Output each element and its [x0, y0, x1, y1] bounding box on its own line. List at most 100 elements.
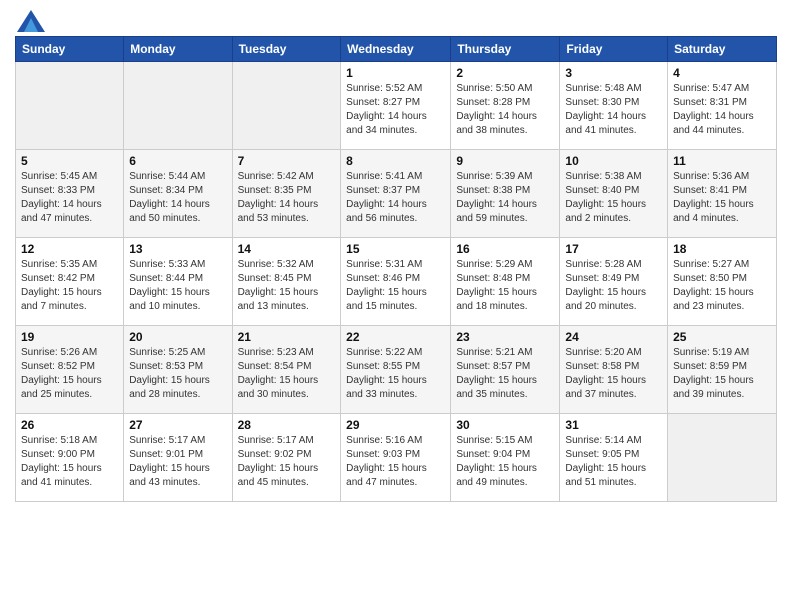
- calendar-cell: 27 Sunrise: 5:17 AM Sunset: 9:01 PM Dayli…: [124, 414, 232, 502]
- calendar-week: 12Sunrise: 5:35 AM Sunset: 8:42 PM Dayli…: [16, 238, 777, 326]
- header: [15, 10, 777, 28]
- calendar-cell: 4 Sunrise: 5:47 AM Sunset: 8:31 PM Daylig…: [668, 62, 777, 150]
- day-info: Sunrise: 5:20 AM Sunset: 8:58 PM Dayligh…: [565, 346, 662, 402]
- day-number: 16: [456, 242, 554, 256]
- calendar-cell: 1 Sunrise: 5:52 AM Sunset: 8:27 PM Daylig…: [341, 62, 451, 150]
- calendar-body: 1 Sunrise: 5:52 AM Sunset: 8:27 PM Daylig…: [16, 62, 777, 502]
- day-number: 8: [346, 154, 445, 168]
- calendar-cell: 17Sunrise: 5:28 AM Sunset: 8:49 PM Dayli…: [560, 238, 668, 326]
- day-number: 2: [456, 66, 554, 80]
- day-number: 19: [21, 330, 118, 344]
- day-info: Sunrise: 5:19 AM Sunset: 8:59 PM Dayligh…: [673, 346, 771, 402]
- calendar-week: 26Sunrise: 5:18 AM Sunset: 9:00 PM Dayli…: [16, 414, 777, 502]
- calendar-cell: 14 Sunrise: 5:32 AM Sunset: 8:45 PM Dayli…: [232, 238, 341, 326]
- day-info: Sunrise: 5:16 AM Sunset: 9:03 PM Dayligh…: [346, 434, 445, 490]
- day-info: Sunrise: 5:15 AM Sunset: 9:04 PM Dayligh…: [456, 434, 554, 490]
- calendar-cell: 2 Sunrise: 5:50 AM Sunset: 8:28 PM Daylig…: [451, 62, 560, 150]
- calendar-cell: 15 Sunrise: 5:31 AM Sunset: 8:46 PM Dayli…: [341, 238, 451, 326]
- calendar-cell: 30 Sunrise: 5:15 AM Sunset: 9:04 PM Dayli…: [451, 414, 560, 502]
- day-info: Sunrise: 5:47 AM Sunset: 8:31 PM Dayligh…: [673, 82, 771, 138]
- weekday-header: Sunday: [16, 37, 124, 62]
- day-info: Sunrise: 5:17 AM Sunset: 9:01 PM Dayligh…: [129, 434, 226, 490]
- calendar-table: SundayMondayTuesdayWednesdayThursdayFrid…: [15, 36, 777, 502]
- day-number: 18: [673, 242, 771, 256]
- day-number: 29: [346, 418, 445, 432]
- calendar-cell: 5Sunrise: 5:45 AM Sunset: 8:33 PM Daylig…: [16, 150, 124, 238]
- calendar-week: 1 Sunrise: 5:52 AM Sunset: 8:27 PM Daylig…: [16, 62, 777, 150]
- day-info: Sunrise: 5:17 AM Sunset: 9:02 PM Dayligh…: [238, 434, 336, 490]
- day-info: Sunrise: 5:27 AM Sunset: 8:50 PM Dayligh…: [673, 258, 771, 314]
- day-info: Sunrise: 5:38 AM Sunset: 8:40 PM Dayligh…: [565, 170, 662, 226]
- calendar-cell: 21 Sunrise: 5:23 AM Sunset: 8:54 PM Dayli…: [232, 326, 341, 414]
- day-info: Sunrise: 5:23 AM Sunset: 8:54 PM Dayligh…: [238, 346, 336, 402]
- calendar-cell: 31Sunrise: 5:14 AM Sunset: 9:05 PM Dayli…: [560, 414, 668, 502]
- day-info: Sunrise: 5:35 AM Sunset: 8:42 PM Dayligh…: [21, 258, 118, 314]
- weekday-header: Friday: [560, 37, 668, 62]
- calendar-cell: 29 Sunrise: 5:16 AM Sunset: 9:03 PM Dayli…: [341, 414, 451, 502]
- day-info: Sunrise: 5:33 AM Sunset: 8:44 PM Dayligh…: [129, 258, 226, 314]
- day-number: 9: [456, 154, 554, 168]
- calendar-cell: 3 Sunrise: 5:48 AM Sunset: 8:30 PM Daylig…: [560, 62, 668, 150]
- day-info: Sunrise: 5:41 AM Sunset: 8:37 PM Dayligh…: [346, 170, 445, 226]
- day-number: 10: [565, 154, 662, 168]
- day-info: Sunrise: 5:39 AM Sunset: 8:38 PM Dayligh…: [456, 170, 554, 226]
- calendar-cell: 11Sunrise: 5:36 AM Sunset: 8:41 PM Dayli…: [668, 150, 777, 238]
- day-info: Sunrise: 5:50 AM Sunset: 8:28 PM Dayligh…: [456, 82, 554, 138]
- calendar-cell: 7Sunrise: 5:42 AM Sunset: 8:35 PM Daylig…: [232, 150, 341, 238]
- day-number: 25: [673, 330, 771, 344]
- calendar-cell: 13 Sunrise: 5:33 AM Sunset: 8:44 PM Dayli…: [124, 238, 232, 326]
- day-info: Sunrise: 5:52 AM Sunset: 8:27 PM Dayligh…: [346, 82, 445, 138]
- day-number: 3: [565, 66, 662, 80]
- day-info: Sunrise: 5:22 AM Sunset: 8:55 PM Dayligh…: [346, 346, 445, 402]
- logo-icon: [17, 10, 45, 32]
- calendar-cell: [232, 62, 341, 150]
- calendar-header: SundayMondayTuesdayWednesdayThursdayFrid…: [16, 37, 777, 62]
- calendar-cell: 16 Sunrise: 5:29 AM Sunset: 8:48 PM Dayli…: [451, 238, 560, 326]
- calendar-cell: 20Sunrise: 5:25 AM Sunset: 8:53 PM Dayli…: [124, 326, 232, 414]
- calendar-cell: 10 Sunrise: 5:38 AM Sunset: 8:40 PM Dayli…: [560, 150, 668, 238]
- day-number: 6: [129, 154, 226, 168]
- day-number: 4: [673, 66, 771, 80]
- day-number: 11: [673, 154, 771, 168]
- calendar-cell: 24 Sunrise: 5:20 AM Sunset: 8:58 PM Dayli…: [560, 326, 668, 414]
- day-number: 14: [238, 242, 336, 256]
- calendar-cell: 22 Sunrise: 5:22 AM Sunset: 8:55 PM Dayli…: [341, 326, 451, 414]
- calendar-cell: 18 Sunrise: 5:27 AM Sunset: 8:50 PM Dayli…: [668, 238, 777, 326]
- day-number: 20: [129, 330, 226, 344]
- day-number: 27: [129, 418, 226, 432]
- day-number: 26: [21, 418, 118, 432]
- day-info: Sunrise: 5:44 AM Sunset: 8:34 PM Dayligh…: [129, 170, 226, 226]
- calendar-cell: [668, 414, 777, 502]
- day-info: Sunrise: 5:21 AM Sunset: 8:57 PM Dayligh…: [456, 346, 554, 402]
- weekday-header: Monday: [124, 37, 232, 62]
- calendar-cell: 9 Sunrise: 5:39 AM Sunset: 8:38 PM Daylig…: [451, 150, 560, 238]
- day-number: 1: [346, 66, 445, 80]
- calendar-cell: 25 Sunrise: 5:19 AM Sunset: 8:59 PM Dayli…: [668, 326, 777, 414]
- day-number: 22: [346, 330, 445, 344]
- calendar-cell: 26Sunrise: 5:18 AM Sunset: 9:00 PM Dayli…: [16, 414, 124, 502]
- day-number: 21: [238, 330, 336, 344]
- calendar-cell: 8 Sunrise: 5:41 AM Sunset: 8:37 PM Daylig…: [341, 150, 451, 238]
- day-number: 23: [456, 330, 554, 344]
- day-number: 24: [565, 330, 662, 344]
- calendar-week: 5Sunrise: 5:45 AM Sunset: 8:33 PM Daylig…: [16, 150, 777, 238]
- day-number: 15: [346, 242, 445, 256]
- day-number: 5: [21, 154, 118, 168]
- day-number: 28: [238, 418, 336, 432]
- calendar-cell: 28 Sunrise: 5:17 AM Sunset: 9:02 PM Dayli…: [232, 414, 341, 502]
- weekday-header: Saturday: [668, 37, 777, 62]
- day-number: 30: [456, 418, 554, 432]
- day-info: Sunrise: 5:32 AM Sunset: 8:45 PM Dayligh…: [238, 258, 336, 314]
- calendar-cell: 23 Sunrise: 5:21 AM Sunset: 8:57 PM Dayli…: [451, 326, 560, 414]
- calendar-week: 19Sunrise: 5:26 AM Sunset: 8:52 PM Dayli…: [16, 326, 777, 414]
- weekday-header: Wednesday: [341, 37, 451, 62]
- calendar-cell: [16, 62, 124, 150]
- weekday-header: Tuesday: [232, 37, 341, 62]
- calendar-cell: [124, 62, 232, 150]
- day-info: Sunrise: 5:28 AM Sunset: 8:49 PM Dayligh…: [565, 258, 662, 314]
- day-info: Sunrise: 5:48 AM Sunset: 8:30 PM Dayligh…: [565, 82, 662, 138]
- day-info: Sunrise: 5:29 AM Sunset: 8:48 PM Dayligh…: [456, 258, 554, 314]
- day-info: Sunrise: 5:14 AM Sunset: 9:05 PM Dayligh…: [565, 434, 662, 490]
- day-info: Sunrise: 5:31 AM Sunset: 8:46 PM Dayligh…: [346, 258, 445, 314]
- day-number: 13: [129, 242, 226, 256]
